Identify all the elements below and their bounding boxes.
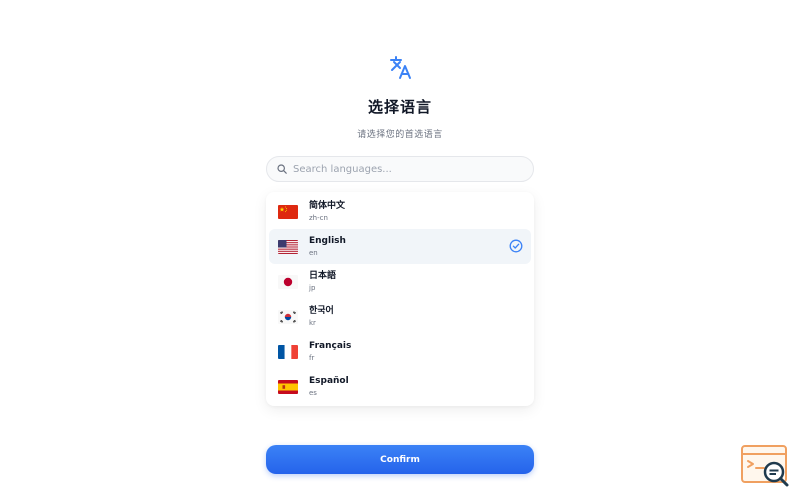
usa-flag-icon <box>278 239 298 254</box>
language-item-fr[interactable]: Français fr <box>269 334 531 369</box>
language-item-jp[interactable]: 日本語 jp <box>269 264 531 299</box>
translate-icon <box>390 56 411 79</box>
search-input[interactable] <box>293 163 513 175</box>
search-icon <box>277 164 287 174</box>
language-name: Français <box>309 340 352 351</box>
language-code: jp <box>309 283 316 292</box>
language-name: English <box>309 235 346 246</box>
language-name: 简体中文 <box>309 200 346 211</box>
page-title: 选择语言 <box>367 98 432 116</box>
language-code: en <box>309 248 318 257</box>
china-flag-icon <box>278 204 298 219</box>
language-name: 日本語 <box>309 270 337 281</box>
page-subtitle: 请选择您的首选语言 <box>357 130 443 140</box>
language-code: fr <box>309 353 315 362</box>
language-code: zh-cn <box>309 213 328 222</box>
confirm-button[interactable]: Confirm <box>266 445 534 474</box>
language-list: 简体中文 zh-cn English en 日本語 jp 한국어 kr Fran… <box>266 192 534 406</box>
language-name: 한국어 <box>309 305 334 316</box>
language-name: Español <box>309 375 349 386</box>
france-flag-icon <box>278 344 298 359</box>
language-code: kr <box>309 318 316 327</box>
check-circle-icon <box>509 239 523 253</box>
language-item-es[interactable]: Español es <box>269 369 531 404</box>
language-code: es <box>309 388 317 397</box>
language-item-en[interactable]: English en <box>269 229 531 264</box>
japan-flag-icon <box>278 274 298 289</box>
language-item-kr[interactable]: 한국어 kr <box>269 299 531 334</box>
code-search-logo-icon <box>741 445 789 487</box>
header: 选择语言 请选择您的首选语言 <box>0 54 800 140</box>
language-item-zh-cn[interactable]: 简体中文 zh-cn <box>269 194 531 229</box>
search-box[interactable] <box>266 156 534 182</box>
spain-flag-icon <box>278 379 298 394</box>
korea-flag-icon <box>278 309 298 324</box>
